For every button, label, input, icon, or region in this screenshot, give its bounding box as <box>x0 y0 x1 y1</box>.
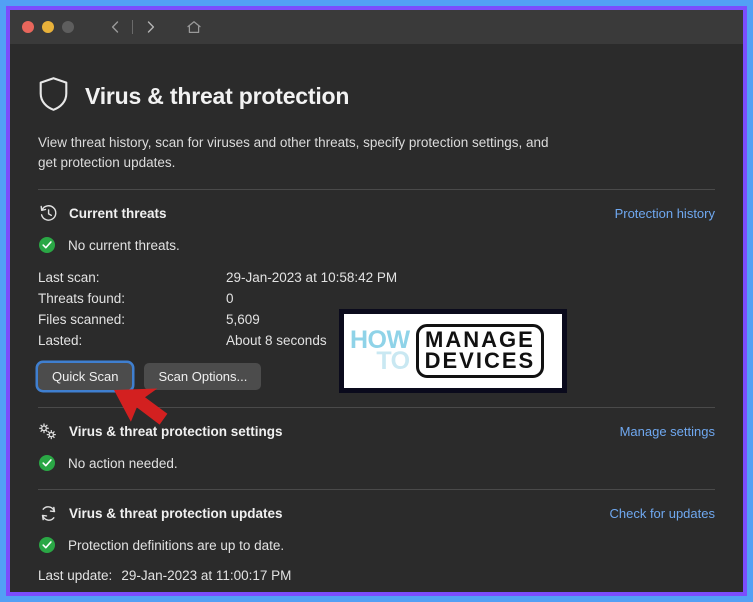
refresh-sync-icon <box>38 503 58 523</box>
green-check-icon <box>38 454 56 472</box>
page-content: Virus & threat protection View threat hi… <box>10 44 743 592</box>
back-icon[interactable] <box>104 16 126 38</box>
scan-detail-label-files-scanned: Files scanned: <box>38 312 126 328</box>
nav-divider <box>132 20 133 34</box>
section-protection-settings-title-group: Virus & threat protection settings <box>38 421 283 441</box>
scan-detail-label-last-scan: Last scan: <box>38 270 100 286</box>
protection-history-link[interactable]: Protection history <box>615 206 715 221</box>
history-clock-icon <box>38 203 58 223</box>
green-check-icon <box>38 236 56 254</box>
section-protection-settings-header: Virus & threat protection settings Manag… <box>38 421 715 441</box>
shield-icon <box>38 76 69 117</box>
titlebar-nav-group <box>104 16 205 38</box>
check-for-updates-link[interactable]: Check for updates <box>609 506 715 521</box>
section-protection-updates-title-group: Virus & threat protection updates <box>38 503 283 523</box>
scan-detail-value-threats-found: 0 <box>226 291 234 307</box>
page-header: Virus & threat protection <box>38 76 715 117</box>
watermark-howto-group: HOW TO <box>350 327 410 375</box>
divider-top <box>38 189 715 191</box>
divider-after-protection-settings <box>38 489 715 491</box>
window-close-button[interactable] <box>22 21 34 33</box>
last-update-row: Last update: 29-Jan-2023 at 11:00:17 PM <box>38 568 715 583</box>
window-minimize-button[interactable] <box>42 21 54 33</box>
watermark-managedevices-box: MANAGE DEVICES <box>415 324 545 378</box>
scan-options-button[interactable]: Scan Options... <box>144 363 262 391</box>
window-maximize-button[interactable] <box>62 21 74 33</box>
window-titlebar <box>10 10 743 44</box>
current-threats-status-row: No current threats. <box>38 236 715 254</box>
forward-icon[interactable] <box>139 16 161 38</box>
section-protection-updates-header: Virus & threat protection updates Check … <box>38 503 715 523</box>
divider-after-current-threats <box>38 407 715 409</box>
protection-updates-status-row: Protection definitions are up to date. <box>38 536 715 554</box>
scan-detail-value-last-scan: 29-Jan-2023 at 10:58:42 PM <box>226 270 398 286</box>
last-update-value: 29-Jan-2023 at 11:00:17 PM <box>121 568 292 584</box>
protection-updates-status-text: Protection definitions are up to date. <box>68 537 285 553</box>
app-window: Virus & threat protection View threat hi… <box>10 10 743 592</box>
scan-detail-label-threats-found: Threats found: <box>38 291 126 307</box>
protection-settings-status-text: No action needed. <box>68 455 178 471</box>
screenshot-root: Virus & threat protection View threat hi… <box>0 0 753 602</box>
watermark-devices-text: DEVICES <box>424 347 536 373</box>
watermark-logo: HOW TO MANAGE DEVICES <box>339 309 567 393</box>
decorative-purple-frame: Virus & threat protection View threat hi… <box>6 6 747 596</box>
current-threats-status-text: No current threats. <box>68 237 180 253</box>
protection-settings-status-row: No action needed. <box>38 454 715 472</box>
section-protection-updates-heading: Virus & threat protection updates <box>69 505 283 521</box>
section-current-threats-title-group: Current threats <box>38 203 167 223</box>
home-icon[interactable] <box>183 16 205 38</box>
section-protection-settings-heading: Virus & threat protection settings <box>69 423 283 439</box>
page-title: Virus & threat protection <box>85 83 350 109</box>
manage-settings-link[interactable]: Manage settings <box>620 424 715 439</box>
section-current-threats-heading: Current threats <box>69 205 167 221</box>
scan-detail-label-lasted: Lasted: <box>38 333 83 349</box>
last-update-label: Last update: <box>38 568 113 584</box>
section-current-threats-header: Current threats Protection history <box>38 203 715 223</box>
watermark-to-text: TO <box>376 347 410 375</box>
page-description: View threat history, scan for viruses an… <box>38 135 549 170</box>
quick-scan-button[interactable]: Quick Scan <box>38 363 133 391</box>
watermark-logo-inner: HOW TO MANAGE DEVICES <box>344 314 562 388</box>
gear-settings-icon <box>38 421 58 441</box>
green-check-icon <box>38 536 56 554</box>
